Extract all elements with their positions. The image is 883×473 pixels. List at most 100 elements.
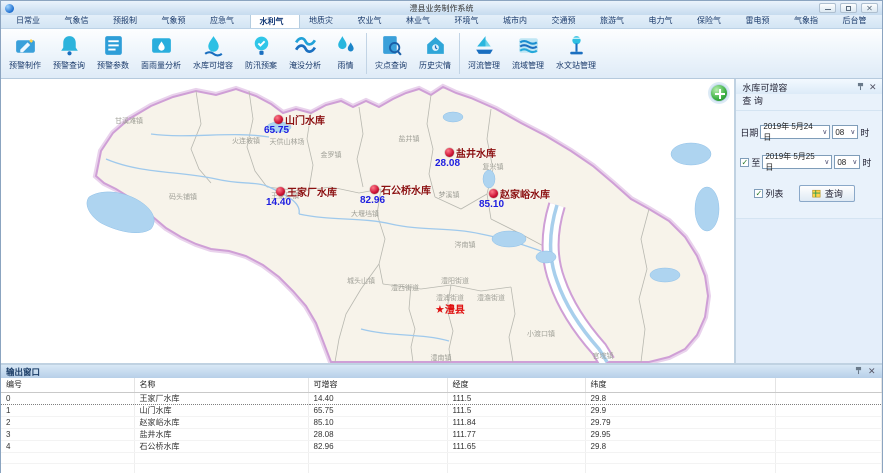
toolbar-button-river-manage[interactable]: 河流管理 (462, 30, 506, 77)
reservoir-name: 石公桥水库 (381, 182, 431, 197)
tab-6[interactable]: 水利气象 (250, 14, 301, 28)
hour-suffix-label: 时 (862, 156, 871, 169)
reservoir-capacity-value: 14.40 (266, 197, 291, 208)
start-hour-select[interactable]: 08 ∨ (832, 125, 858, 139)
table-cell-empty (585, 452, 775, 463)
column-header[interactable]: 可增容 (308, 378, 447, 392)
tab-12[interactable]: 交通预报 (543, 14, 592, 28)
toolbar-button-flood-plan[interactable]: 防汛预案 (239, 30, 283, 77)
tab-16[interactable]: 雷电预警 (737, 14, 786, 28)
table-cell: 65.75 (308, 404, 447, 416)
pin-icon[interactable] (856, 82, 865, 93)
toolbar-button-label: 预警参数 (97, 60, 129, 71)
close-button[interactable]: ✕ (861, 3, 878, 13)
query-button[interactable]: 查询 (799, 185, 855, 202)
table-row[interactable]: 1山门水库65.75111.529.9 (1, 404, 882, 416)
tab-10[interactable]: 环境气象 (446, 14, 495, 28)
tab-4[interactable]: 气象预警 (153, 14, 202, 28)
tab-15[interactable]: 保险气象 (688, 14, 737, 28)
rain-info-icon (333, 33, 358, 58)
to-label: 至 (751, 156, 760, 169)
reservoir-name: 王家厂水库 (287, 184, 337, 199)
reservoir-capacity-icon (201, 33, 226, 58)
column-header[interactable]: 名称 (134, 378, 308, 392)
reservoir-capacity-value: 82.96 (360, 195, 385, 206)
table-cell-empty (1, 452, 134, 463)
panel-query-tab[interactable]: 查 询 (736, 94, 882, 111)
output-title: 输出窗口 (6, 366, 40, 378)
reservoir-pin-icon[interactable] (489, 189, 498, 198)
output-window: 输出窗口 ✕ 编号名称可增容经度纬度 0王家厂水库14.40111.529.81… (1, 363, 882, 473)
end-date-checkbox[interactable]: ✓ (740, 158, 749, 167)
table-cell: 2 (1, 416, 134, 428)
column-header[interactable]: 纬度 (585, 378, 775, 392)
table-row[interactable]: 0王家厂水库14.40111.529.8 (1, 392, 882, 404)
county-seat-label: 澧县 (445, 305, 465, 316)
flood-plan-icon (249, 33, 274, 58)
toolbar-button-reservoir-capacity[interactable]: 水库可增容 (187, 30, 239, 77)
toolbar-button-disaster-history[interactable]: 历史灾情 (413, 30, 457, 77)
toolbar-button-warning-edit[interactable]: 预警制作 (3, 30, 47, 77)
reservoir-pin-icon[interactable] (370, 185, 379, 194)
reservoir-capacity-value: 28.08 (435, 158, 460, 169)
tab-8[interactable]: 农业气象 (349, 14, 398, 28)
panel-close-icon[interactable]: ✕ (869, 83, 878, 92)
table-cell: 赵家峪水库 (134, 416, 308, 428)
table-cell-empty (585, 463, 775, 473)
column-header[interactable]: 经度 (447, 378, 585, 392)
tab-9[interactable]: 林业气象 (397, 14, 446, 28)
tab-bar: 日常业务气象信息预报制作气象预警应急气象水利气象地质灾害农业气象林业气象环境气象… (1, 15, 882, 29)
toolbar-group-3: 河流管理流域管理水文站管理 (462, 30, 602, 77)
table-cell: 29.95 (585, 428, 775, 440)
table-row[interactable]: 3盐井水库28.08111.7729.95 (1, 428, 882, 440)
map-area[interactable]: 甘溪滩镇火连坡镇天供山林场金罗镇盐井镇码头铺镇王家厂镇大堰垱镇复兴镇梦溪镇涔南镇… (1, 79, 734, 363)
toolbar-button-label: 流域管理 (512, 60, 544, 71)
tab-17[interactable]: 气象指数 (785, 14, 834, 28)
table-cell: 29.8 (585, 440, 775, 452)
output-title-bar: 输出窗口 ✕ (1, 365, 882, 378)
star-icon: ★ (435, 304, 445, 316)
toolbar-button-warning-params[interactable]: 预警参数 (91, 30, 135, 77)
toolbar-button-inundation[interactable]: 淹没分析 (283, 30, 327, 77)
toolbar-button-rain-info[interactable]: 雨情 (327, 30, 364, 77)
toolbar-button-label: 预警制作 (9, 60, 41, 71)
county-map-canvas[interactable] (1, 79, 734, 363)
table-row[interactable]: 4石公桥水库82.96111.6529.8 (1, 440, 882, 452)
reservoir-pin-icon[interactable] (276, 187, 285, 196)
tab-1[interactable]: 日常业务 (7, 14, 56, 28)
table-cell-filler (775, 440, 882, 452)
tab-2[interactable]: 气象信息 (56, 14, 105, 28)
tab-7[interactable]: 地质灾害 (300, 14, 349, 28)
tab-3[interactable]: 预报制作 (104, 14, 153, 28)
toolbar-button-hydro-station[interactable]: 水文站管理 (550, 30, 602, 77)
reservoir-pin-icon[interactable] (274, 115, 283, 124)
table-cell: 111.65 (447, 440, 585, 452)
table-cell: 3 (1, 428, 134, 440)
reservoir-pin-icon[interactable] (445, 148, 454, 157)
list-checkbox[interactable]: ✓ (754, 189, 763, 198)
ribbon-toolbar: 预警制作预警查询预警参数面雨量分析水库可增容防汛预案淹没分析雨情灾点查询历史灾情… (1, 29, 882, 79)
toolbar-button-label: 水库可增容 (193, 60, 233, 71)
pin-icon[interactable] (854, 366, 863, 377)
table-row[interactable]: 2赵家峪水库85.10111.8429.79 (1, 416, 882, 428)
reservoir-name: 山门水库 (285, 112, 325, 127)
panel-header: 水库可增容 ✕ (736, 79, 882, 94)
tab-5[interactable]: 应急气象 (201, 14, 250, 28)
toolbar-button-warning-bell[interactable]: 预警查询 (47, 30, 91, 77)
toolbar-button-disaster-search[interactable]: 灾点查询 (369, 30, 413, 77)
start-date-select[interactable]: 2019年 5月24日 ∨ (760, 125, 830, 139)
end-date-select[interactable]: 2019年 5月25日 ∨ (762, 155, 832, 169)
end-hour-select[interactable]: 08 ∨ (834, 155, 860, 169)
area-rain-icon (149, 33, 174, 58)
add-layer-button[interactable] (710, 84, 728, 102)
minimize-button[interactable] (819, 3, 836, 13)
toolbar-button-basin-manage[interactable]: 流域管理 (506, 30, 550, 77)
tab-11[interactable]: 城市内涝 (494, 14, 543, 28)
column-header[interactable]: 编号 (1, 378, 134, 392)
tab-18[interactable]: 后台管理 (834, 14, 883, 28)
maximize-button[interactable] (840, 3, 857, 13)
tab-13[interactable]: 旅游气象 (591, 14, 640, 28)
toolbar-button-area-rain[interactable]: 面雨量分析 (135, 30, 187, 77)
output-close-icon[interactable]: ✕ (868, 367, 877, 376)
tab-14[interactable]: 电力气象 (640, 14, 689, 28)
